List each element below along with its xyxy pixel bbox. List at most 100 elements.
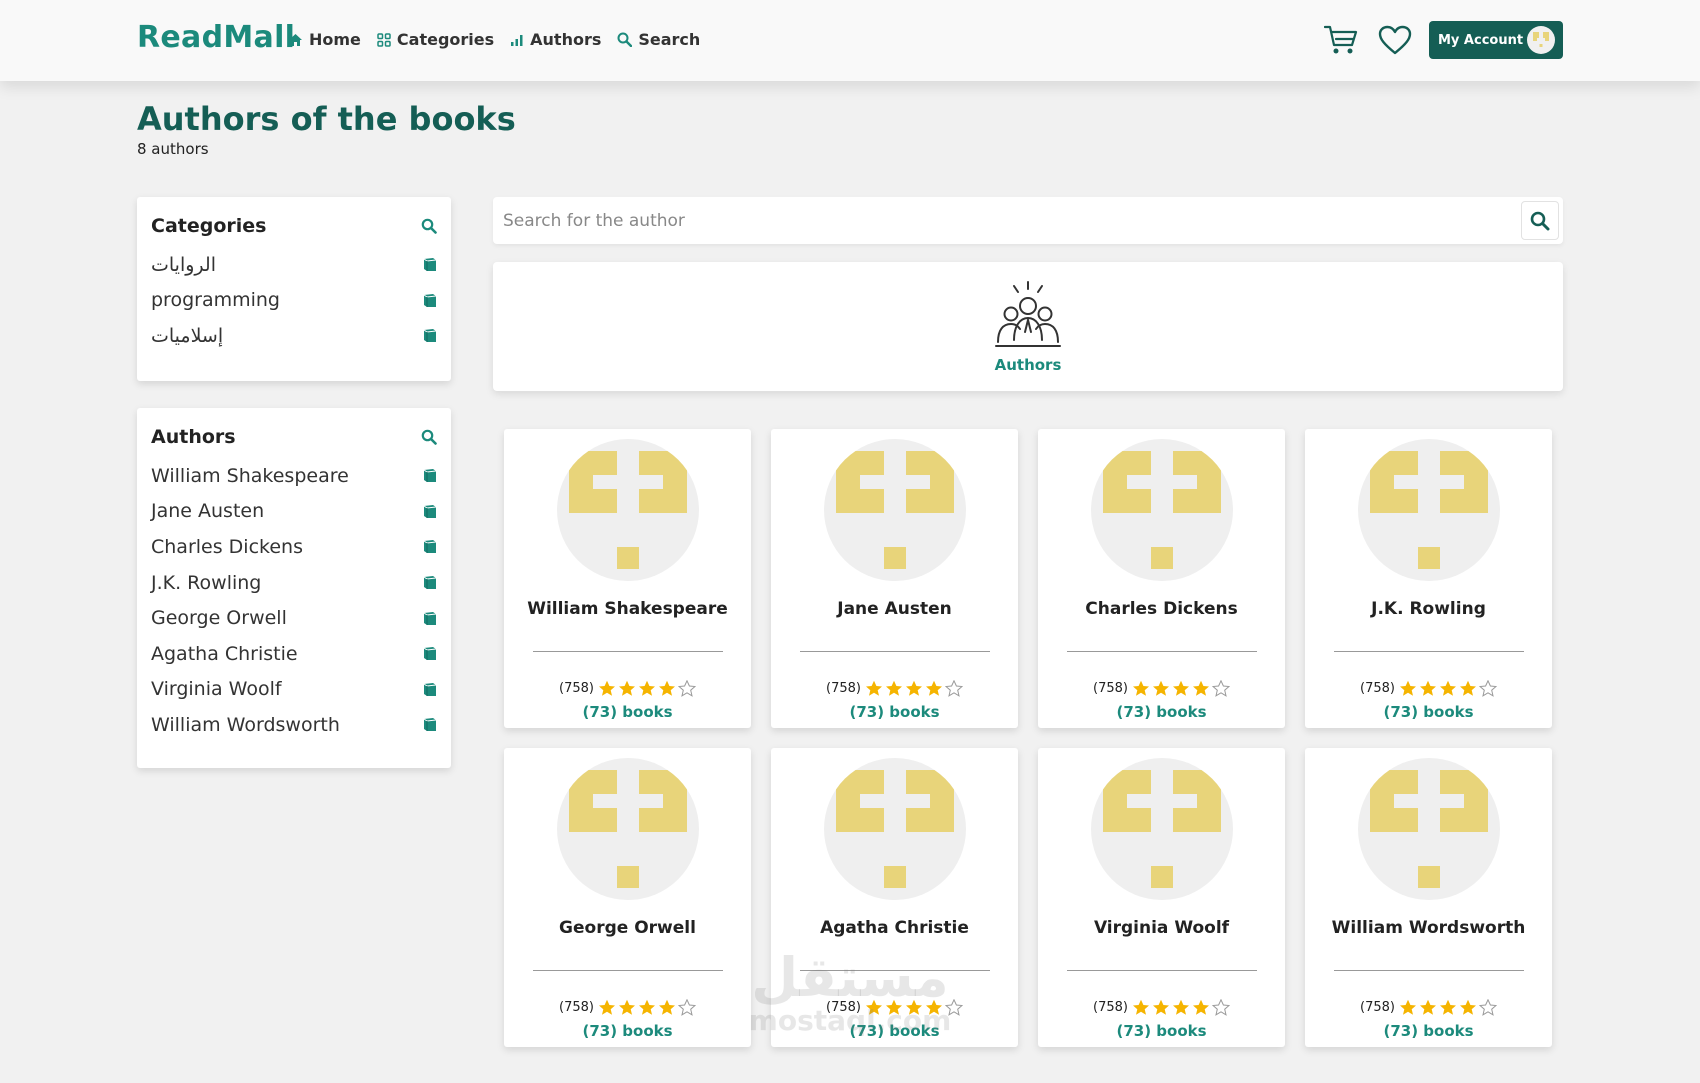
author-search-input[interactable] — [493, 197, 1513, 244]
author-avatar — [556, 758, 699, 900]
book-icon — [423, 540, 437, 554]
author-rating: (758) — [1093, 680, 1230, 697]
wishlist-button[interactable] — [1375, 20, 1415, 60]
nav-search[interactable]: Search — [617, 30, 700, 49]
star-filled-icon — [865, 999, 882, 1015]
nav-home[interactable]: Home — [288, 30, 361, 49]
authors-panel: Authors William Shakespeare Jane Austen Ch… — [137, 408, 451, 768]
sidebar-item-authors[interactable]: William Shakespeare — [151, 458, 437, 494]
book-icon — [423, 293, 437, 307]
sidebar-item-authors[interactable]: George Orwell — [151, 600, 437, 636]
categories-panel: Categories الروايات programming إسلاميات — [137, 197, 451, 381]
book-icon — [423, 682, 437, 696]
star-filled-icon — [1419, 999, 1436, 1015]
authors-panel-title: Authors — [151, 426, 236, 448]
author-name[interactable]: Agatha Christie — [820, 918, 969, 938]
author-avatar — [1357, 758, 1500, 900]
star-filled-icon — [1192, 680, 1209, 696]
authors-count: 8 authors — [137, 140, 209, 158]
author-books-link[interactable]: (73) books — [1116, 1022, 1206, 1040]
sidebar-item-authors[interactable]: Jane Austen — [151, 494, 437, 530]
sidebar-item-authors[interactable]: Charles Dickens — [151, 529, 437, 565]
author-name[interactable]: J.K. Rowling — [1371, 599, 1486, 619]
sidebar-item-categories[interactable]: programming — [151, 283, 437, 319]
star-filled-icon — [618, 999, 635, 1015]
nav-categories[interactable]: Categories — [377, 30, 494, 49]
authors-grid: William Shakespeare (758) (73) books Jane A… — [504, 429, 1553, 1047]
author-card[interactable]: J.K. Rowling (758) (73) books — [1305, 429, 1552, 728]
nav-authors-label: Authors — [530, 30, 602, 49]
star-empty-icon — [944, 999, 963, 1016]
star-empty-icon — [1211, 999, 1230, 1016]
nav-authors[interactable]: Authors — [510, 30, 601, 49]
author-card[interactable]: Charles Dickens (758) (73) books — [1038, 429, 1285, 728]
author-rating: (758) — [1093, 999, 1230, 1016]
sidebar-item-authors[interactable]: J.K. Rowling — [151, 565, 437, 601]
divider — [1066, 651, 1257, 652]
author-card[interactable]: Jane Austen (758) (73) books — [771, 429, 1018, 728]
author-books-link[interactable]: (73) books — [582, 1022, 672, 1040]
author-rating: (758) — [1360, 680, 1497, 697]
author-books-link[interactable]: (73) books — [582, 703, 672, 721]
star-filled-icon — [618, 680, 635, 696]
author-placeholder-icon — [568, 770, 687, 888]
star-filled-icon — [925, 999, 942, 1015]
rating-count: (758) — [826, 1000, 861, 1015]
author-rating: (758) — [826, 680, 963, 697]
star-filled-icon — [1132, 680, 1149, 696]
star-filled-icon — [885, 999, 902, 1015]
author-books-link[interactable]: (73) books — [849, 1022, 939, 1040]
cart-button[interactable] — [1321, 20, 1361, 60]
sidebar-item-authors[interactable]: Virginia Woolf — [151, 672, 437, 708]
author-name[interactable]: Virginia Woolf — [1094, 918, 1229, 938]
nav-links: Home Categories Authors Search — [288, 30, 700, 49]
star-empty-icon — [944, 680, 963, 697]
author-name[interactable]: William Shakespeare — [527, 599, 728, 619]
author-rating: (758) — [559, 680, 696, 697]
star-filled-icon — [1152, 680, 1169, 696]
author-card[interactable]: Agatha Christie (758) (73) books — [771, 748, 1018, 1047]
divider — [799, 651, 990, 652]
star-empty-icon — [677, 680, 696, 697]
authors-search-icon[interactable] — [421, 429, 437, 445]
star-filled-icon — [1399, 999, 1416, 1015]
author-rating: (758) — [559, 999, 696, 1016]
author-books-link[interactable]: (73) books — [849, 703, 939, 721]
author-name[interactable]: Jane Austen — [837, 599, 951, 619]
author-card[interactable]: William Shakespeare (758) (73) books — [504, 429, 751, 728]
sidebar-item-categories[interactable]: الروايات — [151, 247, 437, 283]
author-books-link[interactable]: (73) books — [1383, 1022, 1473, 1040]
author-rating: (758) — [826, 999, 963, 1016]
author-card[interactable]: William Wordsworth (758) (73) books — [1305, 748, 1552, 1047]
author-card[interactable]: Virginia Woolf (758) (73) books — [1038, 748, 1285, 1047]
author-search-button[interactable] — [1521, 201, 1559, 240]
author-placeholder-icon — [835, 451, 954, 569]
divider — [799, 970, 990, 971]
my-account-button[interactable]: My Account — [1429, 21, 1563, 59]
star-empty-icon — [1478, 680, 1497, 697]
sidebar-item-label: إسلاميات — [151, 324, 224, 347]
sidebar-item-authors[interactable]: William Wordsworth — [151, 707, 437, 743]
star-filled-icon — [925, 680, 942, 696]
brand-logo[interactable]: ReadMall — [137, 20, 295, 55]
sidebar-item-categories[interactable]: إسلاميات — [151, 318, 437, 354]
author-name[interactable]: George Orwell — [559, 918, 696, 938]
home-icon — [289, 33, 302, 46]
sidebar-item-label: programming — [151, 289, 280, 312]
author-name[interactable]: William Wordsworth — [1332, 918, 1526, 938]
star-filled-icon — [658, 680, 675, 696]
sidebar-item-label: George Orwell — [151, 607, 287, 630]
nav-categories-label: Categories — [396, 30, 495, 49]
rating-count: (758) — [1093, 681, 1128, 696]
author-avatar — [1357, 439, 1500, 581]
divider — [1333, 651, 1524, 652]
divider — [532, 651, 723, 652]
author-books-link[interactable]: (73) books — [1383, 703, 1473, 721]
sidebar-item-authors[interactable]: Agatha Christie — [151, 636, 437, 672]
book-icon — [423, 504, 437, 518]
author-name[interactable]: Charles Dickens — [1085, 599, 1237, 619]
author-card[interactable]: George Orwell (758) (73) books — [504, 748, 751, 1047]
categories-search-icon[interactable] — [421, 218, 437, 234]
star-empty-icon — [1478, 999, 1497, 1016]
author-books-link[interactable]: (73) books — [1116, 703, 1206, 721]
